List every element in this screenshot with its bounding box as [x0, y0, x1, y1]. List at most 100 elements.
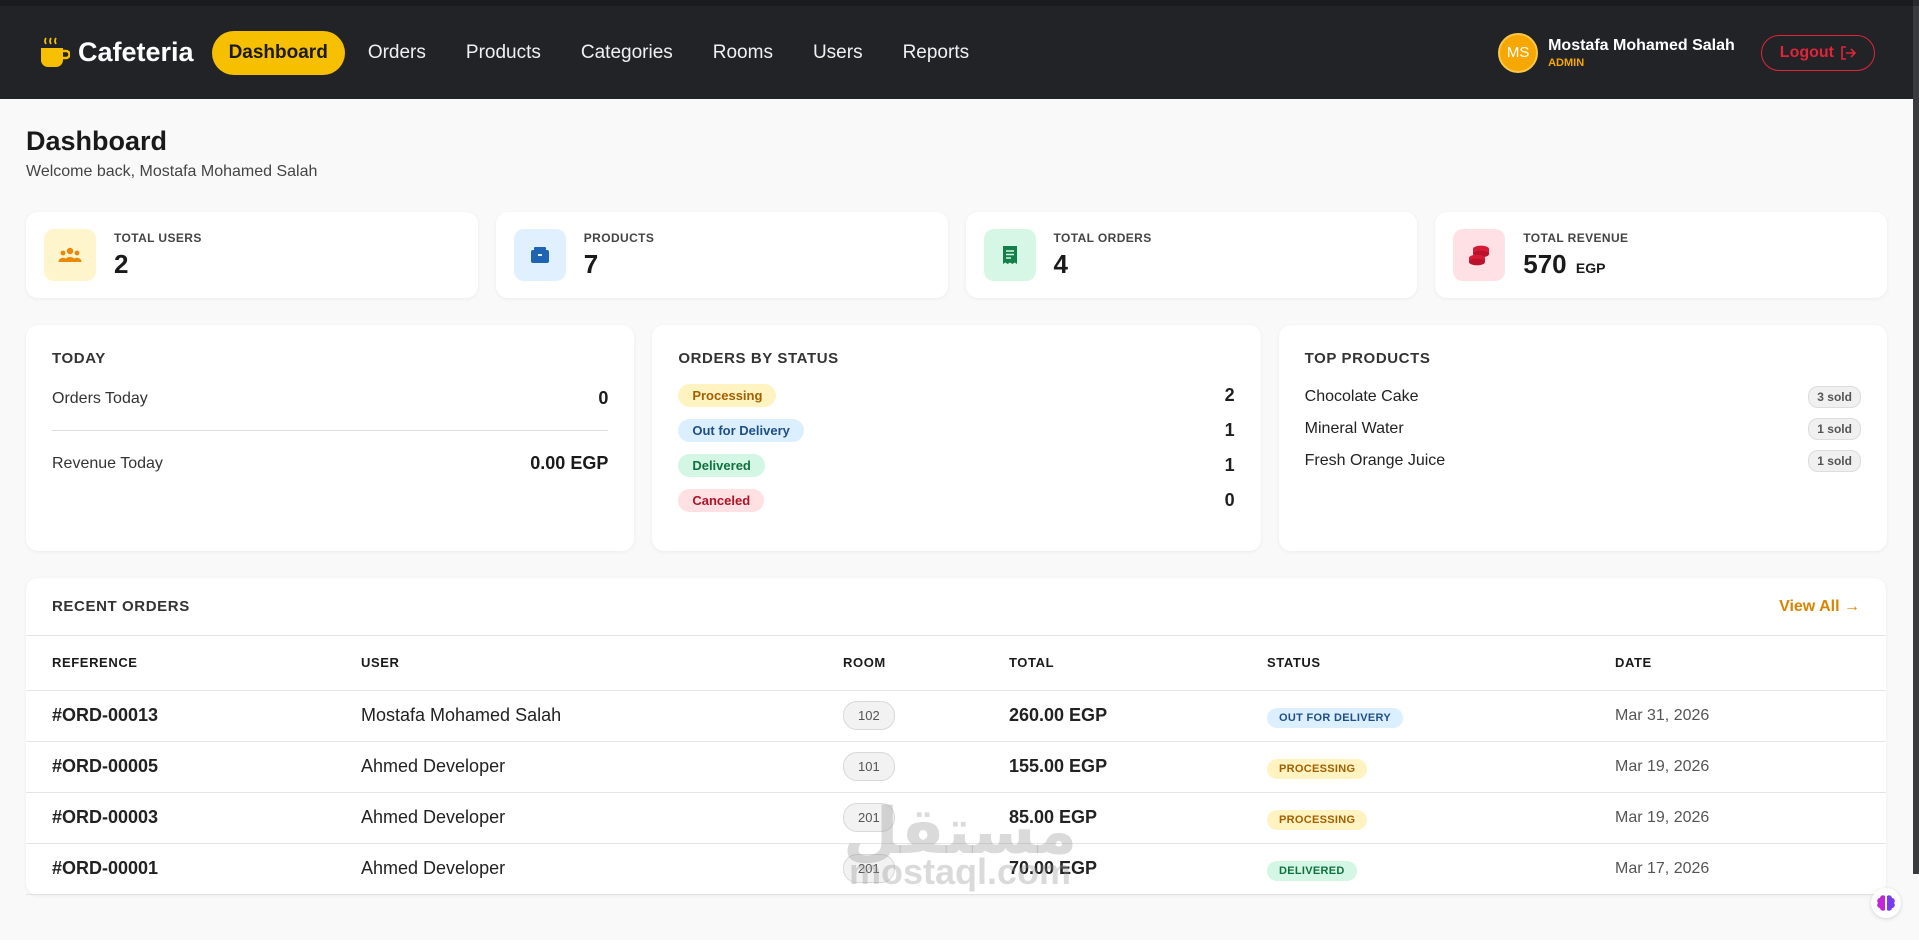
- table-row[interactable]: #ORD-00001 Ahmed Developer 201 70.00 EGP…: [26, 843, 1886, 895]
- main-content: Dashboard Welcome back, Mostafa Mohamed …: [0, 126, 1913, 895]
- nav-item-dashboard[interactable]: Dashboard: [211, 30, 345, 75]
- table-row[interactable]: #ORD-00005 Ahmed Developer 101 155.00 EG…: [26, 741, 1886, 793]
- product-name: Fresh Orange Juice: [1304, 452, 1446, 469]
- order-total: 85.00 EGP: [983, 792, 1241, 844]
- status-count: 1: [1224, 420, 1235, 440]
- status-count: 0: [1224, 490, 1235, 510]
- column-header-status[interactable]: STATUS: [1241, 636, 1589, 691]
- revenue-today-label: Revenue Today: [52, 454, 163, 472]
- order-room-cell: 201: [817, 843, 983, 895]
- order-date: Mar 31, 2026: [1589, 690, 1886, 742]
- status-row: Out for Delivery 1: [678, 413, 1235, 448]
- stat-label: TOTAL ORDERS: [1053, 230, 1152, 245]
- nav-item-users[interactable]: Users: [796, 31, 880, 75]
- product-name: Mineral Water: [1304, 420, 1404, 437]
- stat-card-total-users: TOTAL USERS 2: [26, 212, 478, 298]
- logout-button[interactable]: Logout: [1760, 34, 1875, 71]
- nav-links: Dashboard Orders Products Categories Roo…: [211, 30, 987, 75]
- sold-badge: 1 sold: [1808, 418, 1861, 440]
- panel-title: TODAY: [52, 350, 106, 367]
- status-row: Processing 2: [678, 378, 1235, 413]
- orders-today-row: Orders Today 0: [52, 388, 608, 409]
- top-navbar: Cafeteria Dashboard Orders Products Cate…: [0, 6, 1913, 99]
- stat-label: TOTAL REVENUE: [1523, 230, 1629, 245]
- scrollbar-thumb[interactable]: [1913, 6, 1919, 874]
- scrollbar[interactable]: [1913, 0, 1919, 874]
- stat-label: PRODUCTS: [583, 230, 655, 245]
- page-title: Dashboard: [26, 126, 168, 156]
- panel-title: ORDERS BY STATUS: [678, 350, 839, 367]
- column-header-reference[interactable]: REFERENCE: [26, 636, 335, 691]
- nav-item-reports[interactable]: Reports: [886, 31, 987, 75]
- stat-card-total-revenue: TOTAL REVENUE 570 EGP: [1435, 212, 1887, 298]
- users-icon: [44, 229, 96, 281]
- order-date: Mar 19, 2026: [1589, 741, 1886, 793]
- logout-icon: [1841, 45, 1856, 60]
- order-total: 155.00 EGP: [983, 741, 1241, 793]
- nav-item-rooms[interactable]: Rooms: [696, 31, 790, 75]
- recent-orders-card: RECENT ORDERS View All → REFERENCE USER …: [26, 578, 1886, 895]
- order-status-cell: DELIVERED: [1241, 843, 1589, 895]
- column-header-date[interactable]: DATE: [1589, 636, 1886, 691]
- orders-today-label: Orders Today: [52, 389, 148, 407]
- order-user: Ahmed Developer: [335, 843, 817, 895]
- order-reference[interactable]: #ORD-00001: [26, 843, 335, 895]
- recent-orders-header: RECENT ORDERS View All →: [26, 578, 1886, 636]
- sold-badge: 1 sold: [1808, 450, 1861, 472]
- stat-value: 7: [583, 248, 599, 279]
- order-reference[interactable]: #ORD-00013: [26, 690, 335, 742]
- recent-orders-title: RECENT ORDERS: [52, 598, 190, 615]
- room-badge: 201: [843, 803, 895, 832]
- panel-title: TOP PRODUCTS: [1304, 350, 1431, 367]
- stat-unit: EGP: [1575, 259, 1606, 276]
- stat-value: 570 EGP: [1523, 248, 1606, 279]
- status-badge: DELIVERED: [1267, 861, 1357, 881]
- stat-label: TOTAL USERS: [114, 230, 202, 245]
- order-user: Ahmed Developer: [335, 741, 817, 793]
- status-badge: PROCESSING: [1267, 759, 1368, 779]
- user-role: ADMIN: [1548, 56, 1585, 69]
- recent-orders-table: REFERENCE USER ROOM TOTAL STATUS DATE #O…: [26, 636, 1886, 895]
- stats-row: TOTAL USERS 2 PRODUCTS 7 TOTAL ORDERS 4: [26, 212, 1887, 298]
- order-reference[interactable]: #ORD-00003: [26, 792, 335, 844]
- table-row[interactable]: #ORD-00013 Mostafa Mohamed Salah 102 260…: [26, 690, 1886, 742]
- orders-by-status-panel: ORDERS BY STATUS Processing 2 Out for De…: [652, 325, 1261, 551]
- stat-card-products: PRODUCTS 7: [495, 212, 948, 298]
- order-room-cell: 201: [817, 792, 983, 844]
- assistant-button[interactable]: [1871, 888, 1901, 918]
- status-row: Canceled 0: [678, 483, 1235, 518]
- brain-icon: [1877, 895, 1895, 911]
- column-header-total[interactable]: TOTAL: [983, 636, 1241, 691]
- revenue-today-value: 0.00 EGP: [530, 453, 609, 473]
- status-count: 2: [1224, 385, 1235, 405]
- status-pill: Out for Delivery: [678, 419, 804, 442]
- avatar[interactable]: MS: [1498, 32, 1539, 73]
- column-header-user[interactable]: USER: [335, 636, 817, 691]
- status-pill: Processing: [678, 384, 777, 407]
- nav-item-orders[interactable]: Orders: [351, 31, 443, 75]
- panels-row: TODAY Orders Today 0 Revenue Today 0.00 …: [26, 325, 1887, 551]
- order-date: Mar 19, 2026: [1589, 792, 1886, 844]
- stat-value: 2: [114, 248, 129, 279]
- product-row: Mineral Water 1 sold: [1305, 413, 1861, 445]
- view-all-link[interactable]: View All →: [1779, 598, 1860, 616]
- brand[interactable]: Cafeteria: [38, 36, 194, 70]
- product-row: Fresh Orange Juice 1 sold: [1305, 445, 1861, 477]
- logout-label: Logout: [1779, 43, 1834, 61]
- nav-item-categories[interactable]: Categories: [564, 31, 690, 75]
- order-status-cell: OUT FOR DELIVERY: [1241, 690, 1589, 742]
- status-pill: Canceled: [678, 489, 765, 512]
- status-count: 1: [1224, 455, 1235, 475]
- order-status-cell: PROCESSING: [1241, 741, 1589, 793]
- table-row[interactable]: #ORD-00003 Ahmed Developer 201 85.00 EGP…: [26, 792, 1886, 844]
- coins-icon: [1453, 229, 1506, 281]
- order-date: Mar 17, 2026: [1589, 843, 1886, 895]
- room-badge: 201: [843, 854, 895, 883]
- room-badge: 102: [843, 701, 895, 730]
- nav-item-products[interactable]: Products: [449, 31, 558, 75]
- column-header-room[interactable]: ROOM: [817, 636, 983, 691]
- stat-value: 4: [1053, 248, 1068, 279]
- status-row: Delivered 1: [678, 448, 1235, 483]
- orders-today-value: 0: [598, 388, 609, 408]
- order-reference[interactable]: #ORD-00005: [26, 741, 335, 793]
